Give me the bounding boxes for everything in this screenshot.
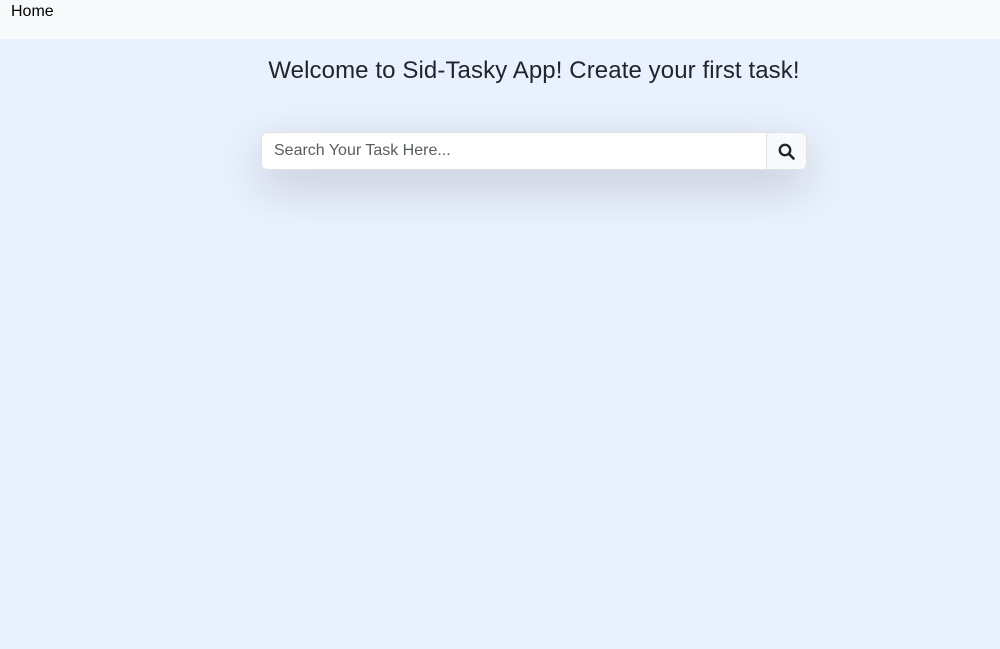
top-navbar: Home	[0, 0, 1000, 39]
search-button[interactable]	[766, 132, 807, 170]
search-icon	[778, 143, 795, 160]
nav-home-link[interactable]: Home	[11, 3, 54, 21]
page-title: Welcome to Sid-Tasky App! Create your fi…	[268, 57, 800, 84]
search-bar	[261, 132, 807, 170]
main-content: Welcome to Sid-Tasky App! Create your fi…	[0, 39, 1000, 649]
search-input[interactable]	[261, 132, 766, 170]
